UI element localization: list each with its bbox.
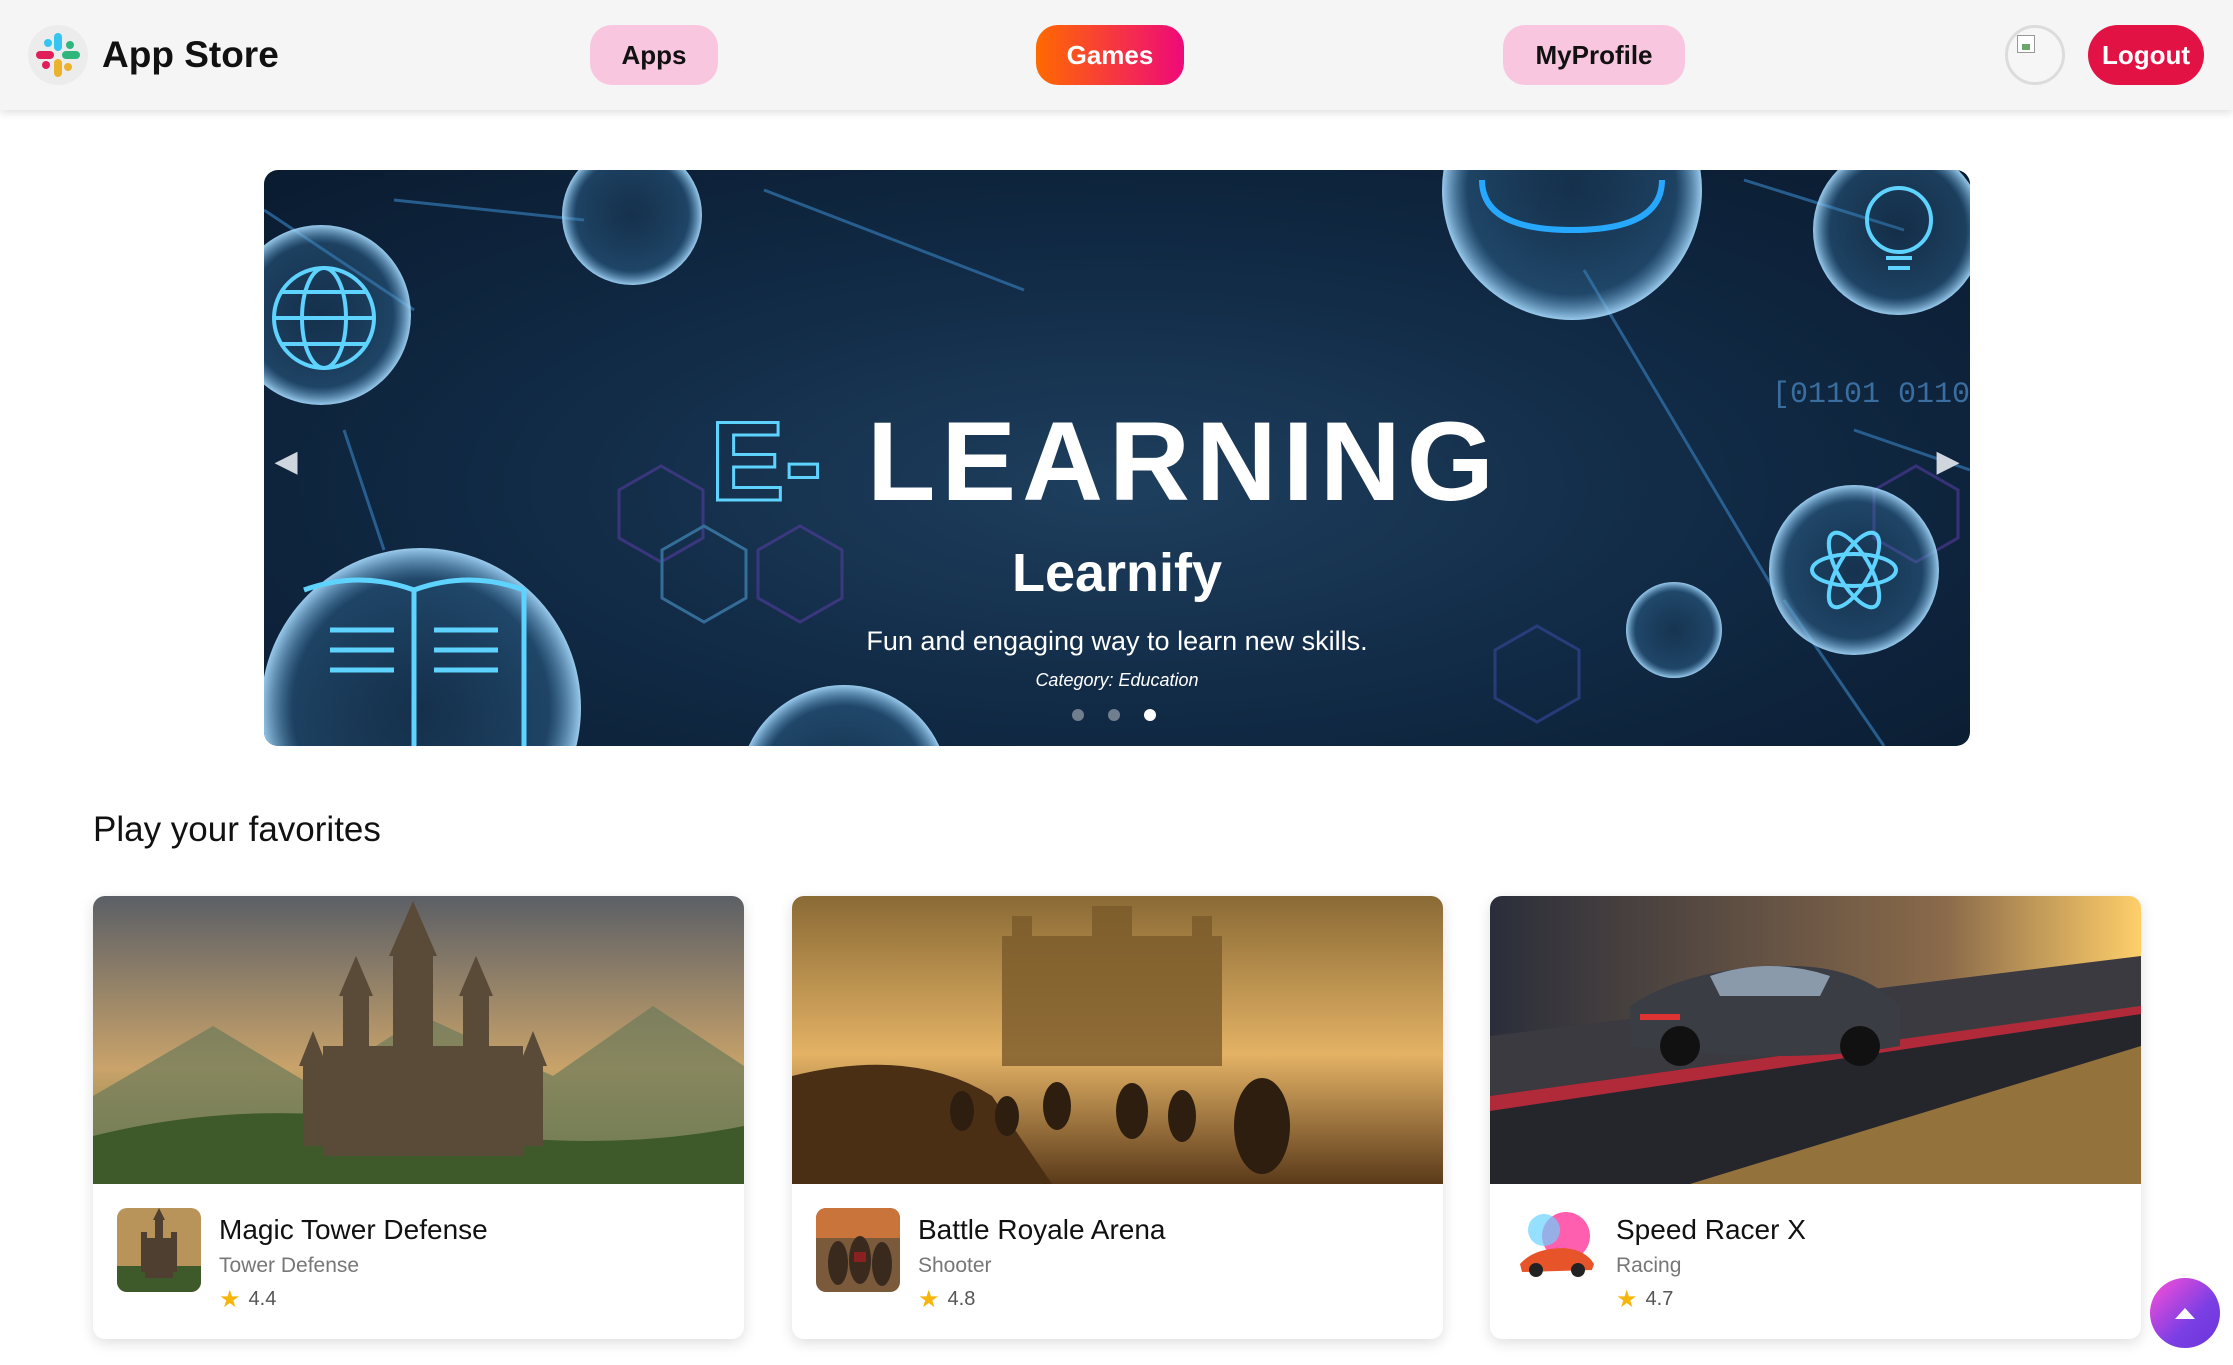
game-thumbnail	[816, 1208, 900, 1292]
game-category: Racing	[1616, 1254, 1682, 1277]
game-name: Magic Tower Defense	[219, 1214, 488, 1245]
carousel-dot[interactable]	[1108, 709, 1120, 721]
rating-value: 4.8	[947, 1288, 976, 1310]
binary-decoration: [01101 01101 0	[1772, 378, 1970, 412]
carousel-next-icon[interactable]: ▶	[1933, 442, 1963, 482]
game-card[interactable]: Battle Royale Arena Shooter ★ 4.8	[792, 896, 1443, 1339]
game-category: Shooter	[918, 1254, 992, 1277]
brand-name: App Store	[102, 34, 279, 75]
carousel-prev-icon[interactable]: ◀	[271, 442, 301, 482]
game-rating: ★ 4.8	[918, 1285, 976, 1313]
section-title: Play your favorites	[93, 810, 381, 849]
star-icon: ★	[1616, 1285, 1638, 1313]
game-name: Speed Racer X	[1616, 1214, 1806, 1245]
game-card[interactable]: Magic Tower Defense Tower Defense ★ 4.4	[93, 896, 744, 1339]
carousel-slide-image: [01101 01101 0 E- LEARNING	[264, 170, 1970, 746]
carousel-dot[interactable]	[1072, 709, 1084, 721]
hero-graphic-e: E-	[710, 399, 822, 524]
game-banner-image	[1490, 896, 2141, 1184]
rating-value: 4.7	[1645, 1288, 1674, 1310]
game-name: Battle Royale Arena	[918, 1214, 1166, 1245]
carousel-app-description: Fun and engaging way to learn new skills…	[866, 626, 1368, 656]
hero-graphic-learning: LEARNING	[867, 399, 1500, 524]
star-icon: ★	[918, 1285, 940, 1313]
rating-value: 4.4	[248, 1288, 277, 1310]
carousel-indicators	[1072, 709, 1156, 721]
featured-carousel[interactable]: [01101 01101 0 E- LEARNING Learnify	[264, 170, 1970, 746]
broken-image-icon	[2017, 35, 2035, 53]
brand[interactable]: App Store	[28, 25, 279, 85]
logout-button[interactable]: Logout	[2088, 25, 2204, 85]
game-banner-image	[792, 896, 1443, 1184]
top-navbar: App Store Apps Games MyProfile Logout	[0, 0, 2233, 110]
slack-like-logo-icon	[28, 25, 88, 85]
carousel-dot-active[interactable]	[1144, 709, 1156, 721]
game-card[interactable]: Speed Racer X Racing ★ 4.7	[1490, 896, 2141, 1339]
game-rating: ★ 4.4	[219, 1285, 277, 1313]
nav-games-button[interactable]: Games	[1036, 25, 1184, 85]
game-thumbnail	[1514, 1208, 1598, 1292]
nav-myprofile-button[interactable]: MyProfile	[1503, 25, 1685, 85]
game-banner-image	[93, 896, 744, 1184]
star-icon: ★	[219, 1285, 241, 1313]
game-thumbnail	[117, 1208, 201, 1292]
carousel-app-category: Category: Education	[1035, 670, 1199, 690]
game-category: Tower Defense	[219, 1254, 360, 1277]
game-rating: ★ 4.7	[1616, 1285, 1674, 1313]
nav-apps-button[interactable]: Apps	[590, 25, 718, 85]
scroll-to-top-button[interactable]	[2150, 1278, 2220, 1348]
carousel-app-title: Learnify	[1011, 543, 1223, 603]
arrow-up-icon	[2175, 1307, 2195, 1319]
user-avatar-icon[interactable]	[2005, 25, 2065, 85]
